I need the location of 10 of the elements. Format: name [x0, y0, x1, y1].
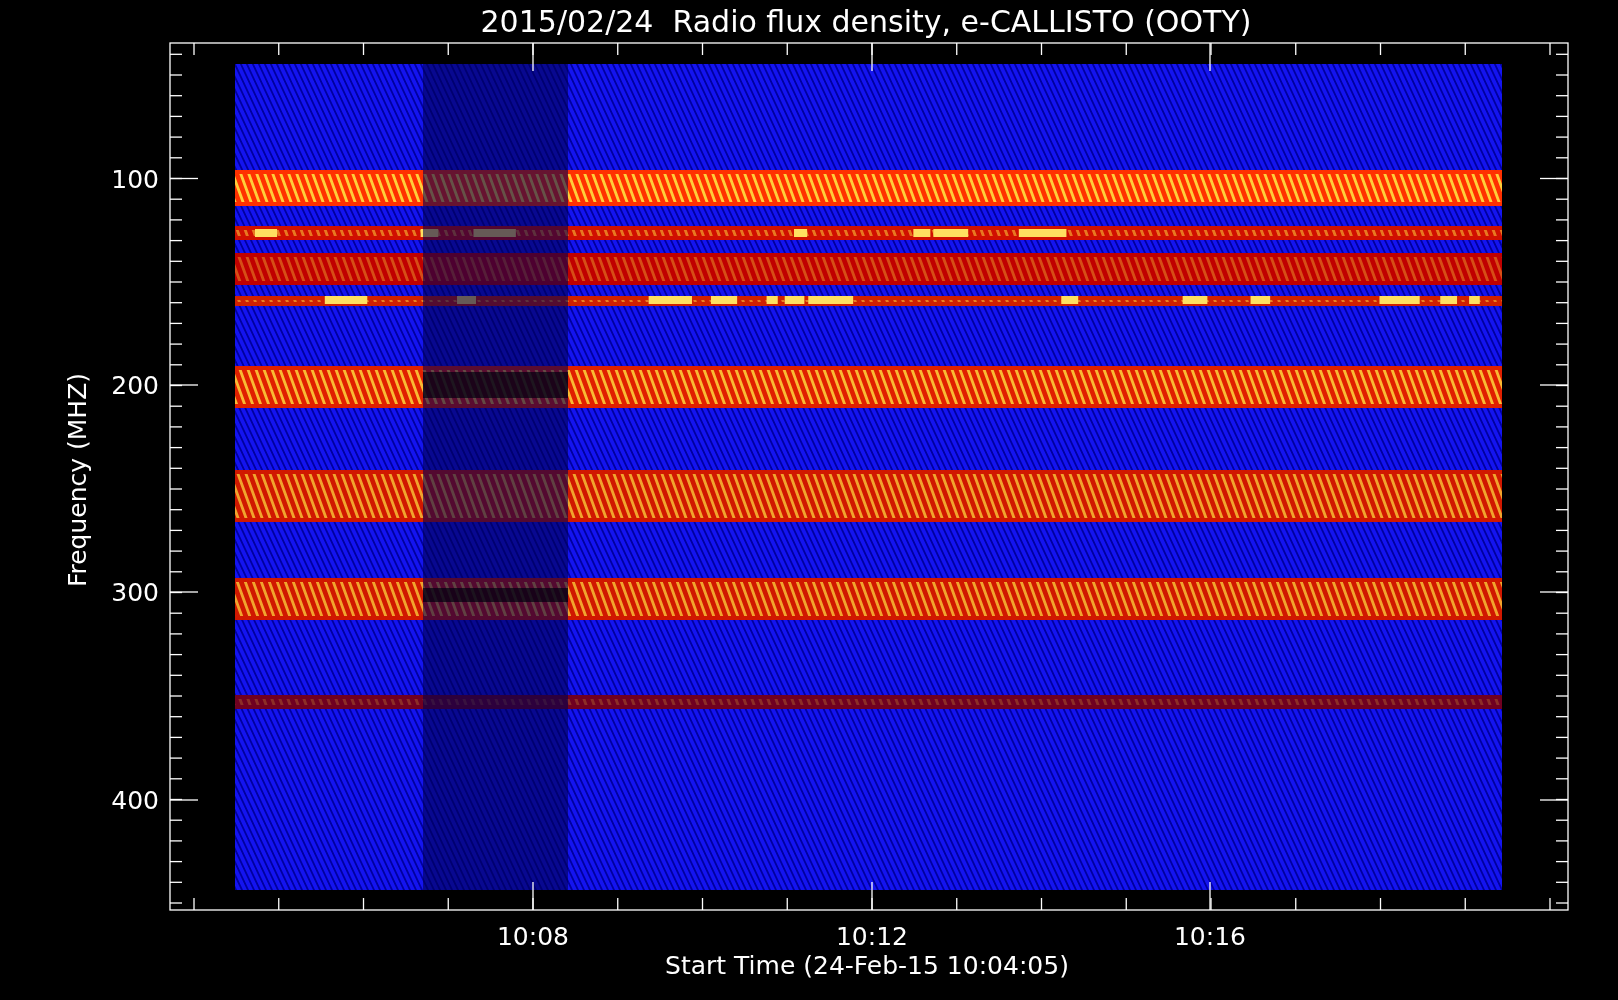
x-tick-label: 10:08	[497, 922, 569, 951]
y-tick-label: 300	[111, 578, 159, 607]
y-tick-label: 400	[111, 786, 159, 815]
chart-title: 2015/02/24 Radio flux density, e-CALLISTO (OOTY)	[480, 4, 1252, 39]
y-axis-label: Frequency (MHZ)	[63, 372, 92, 588]
y-tick-label: 200	[111, 371, 159, 400]
x-tick-label: 10:16	[1174, 922, 1246, 951]
y-tick-label: 100	[111, 164, 159, 194]
x-axis-label: Start Time (24-Feb-15 10:04:05)	[665, 951, 1069, 980]
x-tick-label: 10:12	[836, 922, 908, 951]
